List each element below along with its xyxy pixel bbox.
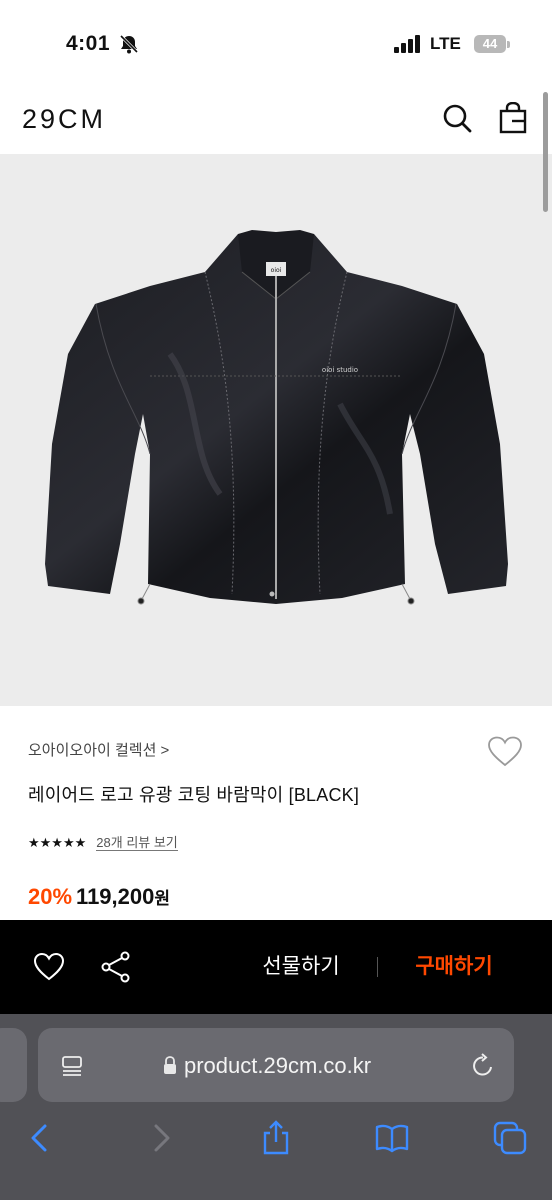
share-sheet-icon[interactable]	[258, 1120, 294, 1156]
url-text: product.29cm.co.kr	[184, 1053, 372, 1078]
tabs-icon[interactable]	[492, 1120, 528, 1156]
brand-link[interactable]: 오아이오아이 컬렉션 >	[28, 739, 169, 760]
like-heart-icon[interactable]	[33, 952, 65, 982]
forward-icon[interactable]	[142, 1120, 178, 1156]
share-icon[interactable]	[101, 951, 131, 983]
network-label: LTE	[430, 34, 461, 53]
heart-icon[interactable]	[487, 736, 523, 768]
gift-button[interactable]: 선물하기	[246, 952, 356, 982]
product-image[interactable]: oioi oioi studio	[0, 154, 552, 706]
search-icon[interactable]	[441, 102, 473, 134]
review-link[interactable]: 28개 리뷰 보기	[96, 835, 178, 851]
product-title: 레이어드 로고 유광 코팅 바람막이 [BLACK]	[28, 785, 360, 805]
page-menu-icon[interactable]	[60, 1054, 84, 1078]
lock-icon	[164, 1056, 176, 1074]
shopping-bag-icon[interactable]	[498, 102, 528, 134]
chest-embroidery-text: oioi studio	[322, 366, 358, 374]
previous-tab-peek[interactable]	[0, 1028, 27, 1102]
price-row: 20% 119,200원	[28, 884, 170, 914]
star-rating: ★★★★★	[28, 835, 87, 850]
bell-muted-icon	[119, 34, 139, 54]
logo-patch-text: oioi	[271, 267, 282, 274]
battery-cap	[507, 41, 510, 48]
address-bar[interactable]: product.29cm.co.kr	[38, 1028, 514, 1102]
browser-chrome: product.29cm.co.kr	[0, 1014, 552, 1200]
bookmarks-icon[interactable]	[374, 1120, 410, 1156]
discount-rate: 20%	[28, 884, 73, 909]
currency-unit: 원	[154, 889, 170, 908]
site-logo[interactable]: 29CM	[22, 104, 106, 135]
purchase-action-bar: 선물하기 구매하기	[0, 920, 552, 1014]
sale-price: 119,200원	[76, 884, 170, 910]
signal-icon	[394, 35, 420, 53]
status-bar: 4:01 LTE 44	[0, 0, 552, 88]
back-icon[interactable]	[23, 1120, 59, 1156]
site-header: 29CM	[0, 88, 552, 154]
battery-icon: 44	[474, 35, 506, 53]
reload-icon[interactable]	[470, 1053, 496, 1079]
page-scrollbar[interactable]	[543, 92, 548, 212]
status-time: 4:01	[66, 32, 111, 55]
buy-button[interactable]: 구매하기	[398, 952, 510, 982]
brand-name: 오아이오아이 컬렉션	[28, 742, 157, 759]
rating-row: ★★★★★ 28개 리뷰 보기	[28, 834, 178, 852]
price-amount: 119,200	[76, 884, 155, 909]
chevron-right-icon: >	[160, 742, 170, 759]
action-divider	[377, 957, 378, 977]
jacket-image: oioi oioi studio	[45, 230, 508, 605]
browser-toolbar	[0, 1102, 552, 1200]
